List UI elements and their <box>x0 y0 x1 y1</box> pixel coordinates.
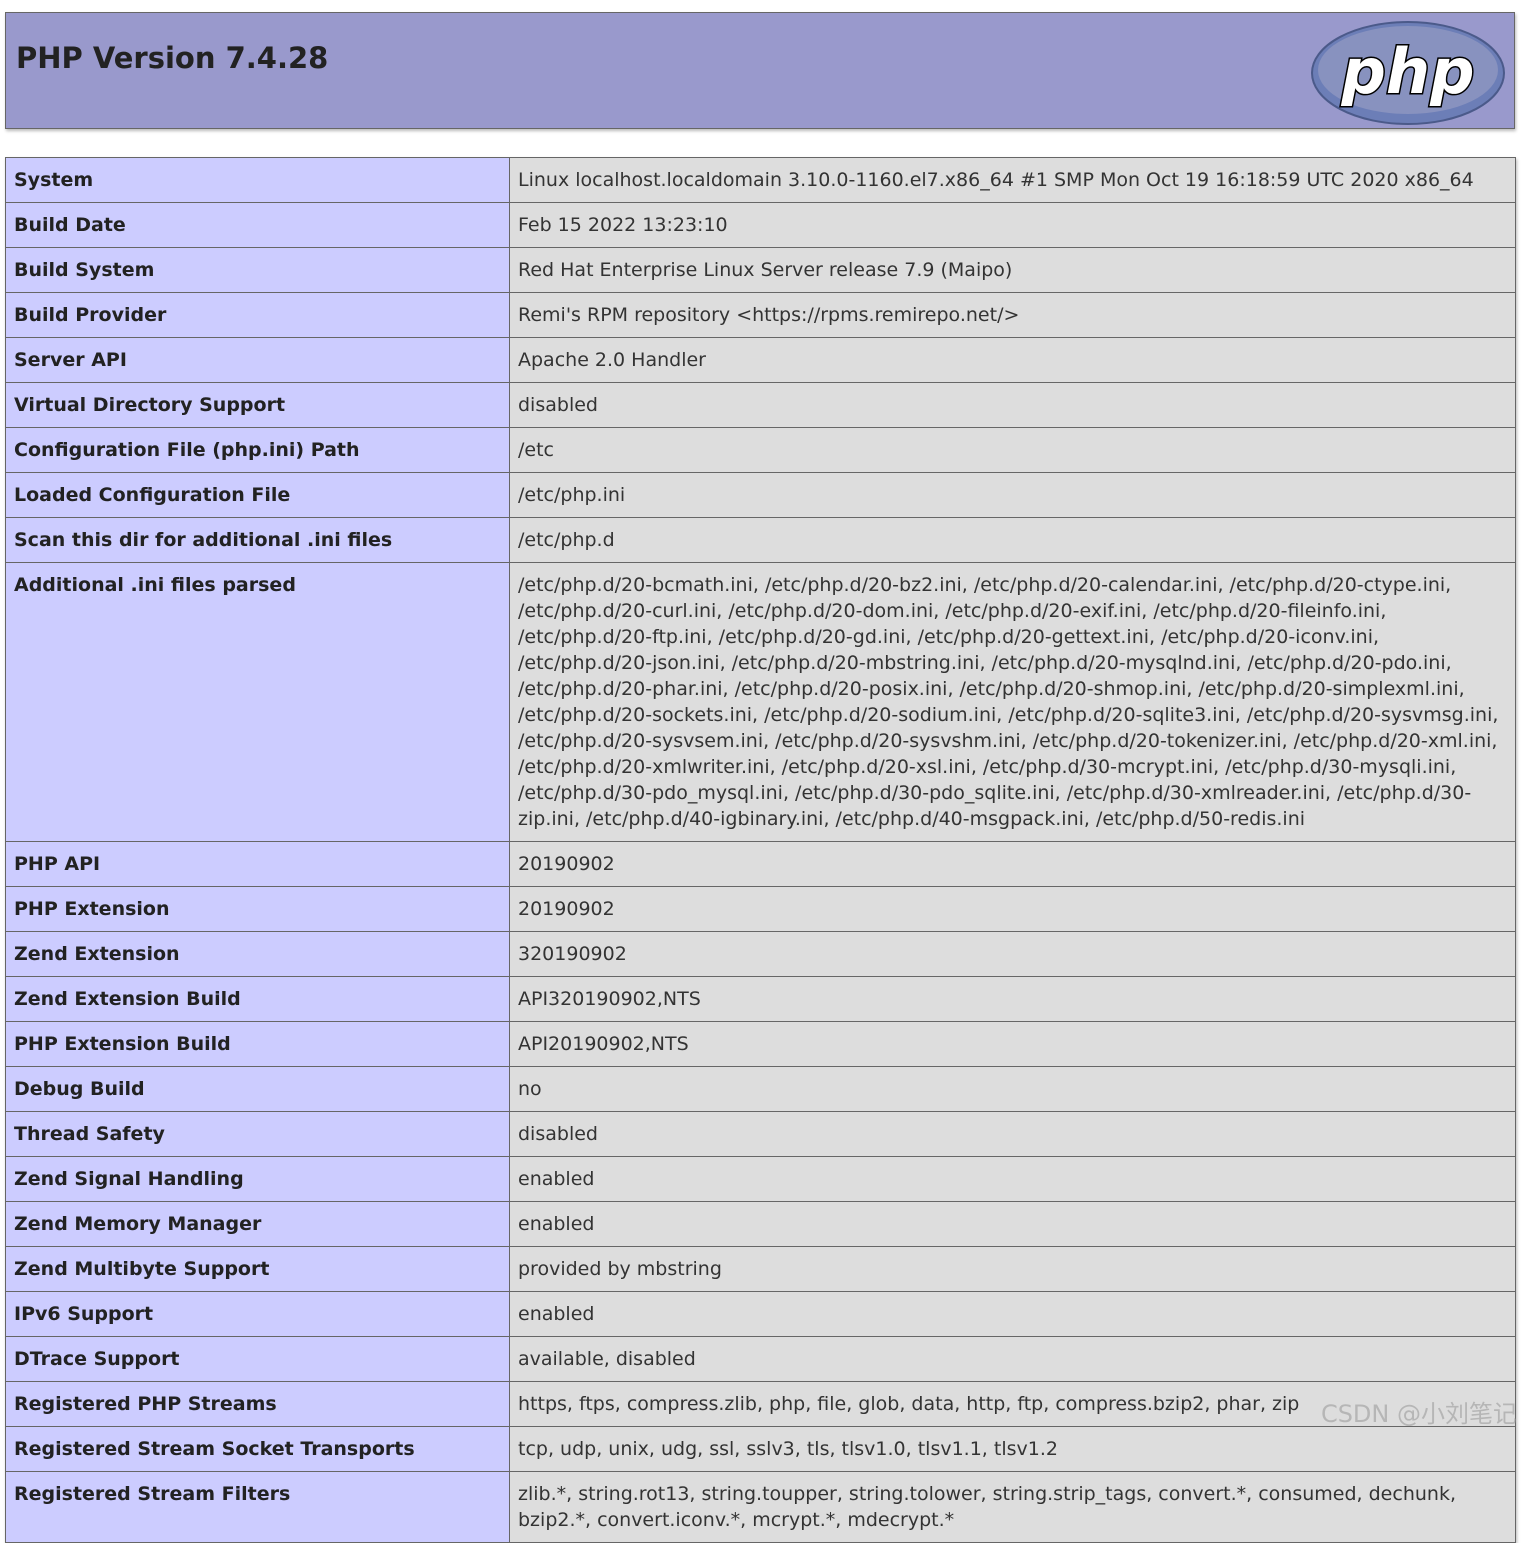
row-value: API20190902,NTS <box>509 1021 1516 1067</box>
table-row: Registered PHP Streams https, ftps, compr… <box>5 1381 1516 1427</box>
row-key: Zend Extension <box>5 931 510 977</box>
row-key: Build Date <box>5 202 510 248</box>
row-key: PHP API <box>5 841 510 887</box>
row-key: Registered PHP Streams <box>5 1381 510 1427</box>
row-key: Configuration File (php.ini) Path <box>5 427 510 473</box>
table-row: IPv6 Support enabled <box>5 1291 1516 1337</box>
row-value: 20190902 <box>509 886 1516 932</box>
row-value: 20190902 <box>509 841 1516 887</box>
table-row: DTrace Support available, disabled <box>5 1336 1516 1382</box>
row-key: Additional .ini files parsed <box>5 562 510 842</box>
row-key: Build Provider <box>5 292 510 338</box>
row-value: enabled <box>509 1291 1516 1337</box>
row-value: Red Hat Enterprise Linux Server release … <box>509 247 1516 293</box>
table-row: Virtual Directory Support disabled <box>5 382 1516 428</box>
row-value: Remi's RPM repository <https://rpms.remi… <box>509 292 1516 338</box>
table-row: Zend Extension Build API320190902,NTS <box>5 976 1516 1022</box>
row-value: disabled <box>509 382 1516 428</box>
table-row: Zend Signal Handling enabled <box>5 1156 1516 1202</box>
row-value: tcp, udp, unix, udg, ssl, sslv3, tls, tl… <box>509 1426 1516 1472</box>
table-row: Build Date Feb 15 2022 13:23:10 <box>5 202 1516 248</box>
row-key: PHP Extension <box>5 886 510 932</box>
table-row: Additional .ini files parsed/etc/php.d/2… <box>5 562 1516 842</box>
row-key: Server API <box>5 337 510 383</box>
row-value: Apache 2.0 Handler <box>509 337 1516 383</box>
table-row: Thread Safety disabled <box>5 1111 1516 1157</box>
row-key: Virtual Directory Support <box>5 382 510 428</box>
table-row: Zend Extension 320190902 <box>5 931 1516 977</box>
table-row: PHP API 20190902 <box>5 841 1516 887</box>
logo-text: php <box>1341 35 1475 108</box>
row-value: 320190902 <box>509 931 1516 977</box>
row-value: /etc/php.ini <box>509 472 1516 518</box>
row-key: Registered Stream Socket Transports <box>5 1426 510 1472</box>
row-key: PHP Extension Build <box>5 1021 510 1067</box>
row-key: IPv6 Support <box>5 1291 510 1337</box>
row-value: zlib.*, string.rot13, string.toupper, st… <box>509 1471 1516 1543</box>
row-key: System <box>5 157 510 203</box>
row-key: Registered Stream Filters <box>5 1471 510 1543</box>
watermark: CSDN @小刘笔记 <box>1320 1400 1517 1428</box>
table-row: Debug Build no <box>5 1066 1516 1112</box>
table-row: Registered Stream Filters zlib.*, string.… <box>5 1471 1516 1543</box>
table-row: Registered Stream Socket Transports tcp, … <box>5 1426 1516 1472</box>
row-key: DTrace Support <box>5 1336 510 1382</box>
row-key: Build System <box>5 247 510 293</box>
row-key: Zend Multibyte Support <box>5 1246 510 1292</box>
table-row: Loaded Configuration File/etc/php.ini <box>5 472 1516 518</box>
row-key: Debug Build <box>5 1066 510 1112</box>
row-value: provided by mbstring <box>509 1246 1516 1292</box>
php-logo-icon[interactable]: php <box>1310 20 1506 126</box>
table-row: Build System Red Hat Enterprise Linux Ser… <box>5 247 1516 293</box>
row-value: enabled <box>509 1201 1516 1247</box>
row-key: Zend Memory Manager <box>5 1201 510 1247</box>
row-key: Zend Signal Handling <box>5 1156 510 1202</box>
row-value: available, disabled <box>509 1336 1516 1382</box>
row-value: no <box>509 1066 1516 1112</box>
page-title: PHP Version 7.4.28 <box>16 41 329 75</box>
row-value: /etc/php.d/20-bcmath.ini, /etc/php.d/20-… <box>509 562 1516 842</box>
table-row: Scan this dir for additional .ini files /… <box>5 517 1516 563</box>
row-value: API320190902,NTS <box>509 976 1516 1022</box>
row-key: Loaded Configuration File <box>5 472 510 518</box>
table-row: Configuration File (php.ini) Path/etc <box>5 427 1516 473</box>
row-value: /etc/php.d <box>509 517 1516 563</box>
php-version-header: PHP Version 7.4.28 php <box>5 12 1515 129</box>
row-value: Linux localhost.localdomain 3.10.0-1160.… <box>509 157 1516 203</box>
table-row: PHP Extension Build API20190902,NTS <box>5 1021 1516 1067</box>
row-value: enabled <box>509 1156 1516 1202</box>
row-key: Zend Extension Build <box>5 976 510 1022</box>
table-row: System Linux localhost.localdomain 3.10.0… <box>5 157 1516 203</box>
row-value: Feb 15 2022 13:23:10 <box>509 202 1516 248</box>
row-value: /etc <box>509 427 1516 473</box>
row-value: disabled <box>509 1111 1516 1157</box>
table-row: PHP Extension 20190902 <box>5 886 1516 932</box>
table-row: Zend Memory Manager enabled <box>5 1201 1516 1247</box>
row-key: Scan this dir for additional .ini files <box>5 517 510 563</box>
table-row: Zend Multibyte Support provided by mbstri… <box>5 1246 1516 1292</box>
table-row: Server API Apache 2.0 Handler <box>5 337 1516 383</box>
table-row: Build Provider Remi's RPM repository <htt… <box>5 292 1516 338</box>
php-info-table: System Linux localhost.localdomain 3.10.0… <box>5 157 1516 1543</box>
row-key: Thread Safety <box>5 1111 510 1157</box>
